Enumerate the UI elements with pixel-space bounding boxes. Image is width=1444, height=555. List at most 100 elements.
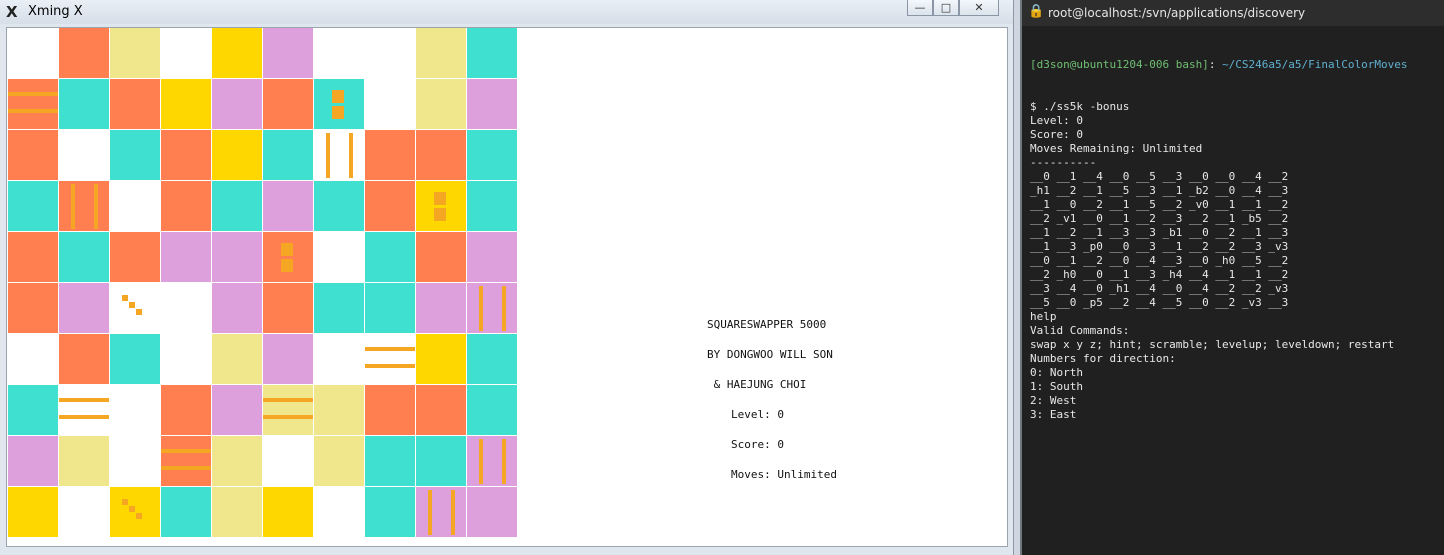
board-cell[interactable] — [161, 283, 212, 334]
board-cell[interactable] — [365, 487, 416, 538]
board-cell[interactable] — [59, 232, 110, 283]
board-cell[interactable] — [59, 283, 110, 334]
board-cell[interactable] — [314, 487, 365, 538]
board-cell[interactable] — [365, 181, 416, 232]
board-cell[interactable] — [416, 436, 467, 487]
board-cell[interactable] — [212, 181, 263, 232]
board-cell[interactable] — [161, 487, 212, 538]
board-cell[interactable] — [365, 130, 416, 181]
board-cell[interactable] — [467, 487, 518, 538]
board-cell[interactable] — [467, 385, 518, 436]
board-cell[interactable] — [161, 436, 212, 487]
board-cell[interactable] — [8, 334, 59, 385]
board-cell[interactable] — [263, 385, 314, 436]
board-cell[interactable] — [212, 334, 263, 385]
board-cell[interactable] — [110, 28, 161, 79]
minimize-button[interactable]: — — [907, 0, 933, 16]
board-cell[interactable] — [263, 487, 314, 538]
board-cell[interactable] — [467, 232, 518, 283]
game-canvas[interactable]: SQUARESWAPPER 5000 BY DONGWOO WILL SON &… — [6, 27, 1008, 547]
board-cell[interactable] — [59, 181, 110, 232]
board-cell[interactable] — [365, 385, 416, 436]
maximize-button[interactable]: □ — [933, 0, 959, 16]
board-cell[interactable] — [314, 334, 365, 385]
board-cell[interactable] — [263, 334, 314, 385]
board-cell[interactable] — [314, 436, 365, 487]
board-cell[interactable] — [467, 334, 518, 385]
close-button[interactable]: ✕ — [959, 0, 999, 16]
board-cell[interactable] — [110, 334, 161, 385]
board-cell[interactable] — [59, 385, 110, 436]
board-cell[interactable] — [365, 79, 416, 130]
board-cell[interactable] — [365, 283, 416, 334]
board-cell[interactable] — [8, 130, 59, 181]
board-cell[interactable] — [110, 283, 161, 334]
board-cell[interactable] — [263, 79, 314, 130]
board-cell[interactable] — [8, 28, 59, 79]
terminal-output[interactable]: [d3son@ubuntu1204-006 bash]: ~/CS246a5/a… — [1030, 30, 1440, 422]
board-cell[interactable] — [110, 232, 161, 283]
board-cell[interactable] — [314, 79, 365, 130]
board-cell[interactable] — [212, 28, 263, 79]
board-cell[interactable] — [314, 385, 365, 436]
board-cell[interactable] — [8, 385, 59, 436]
board-cell[interactable] — [263, 436, 314, 487]
board-cell[interactable] — [8, 283, 59, 334]
board-cell[interactable] — [161, 130, 212, 181]
board-cell[interactable] — [59, 28, 110, 79]
board-cell[interactable] — [110, 130, 161, 181]
board-cell[interactable] — [467, 436, 518, 487]
board-cell[interactable] — [8, 436, 59, 487]
board-cell[interactable] — [365, 436, 416, 487]
board-cell[interactable] — [467, 130, 518, 181]
board-cell[interactable] — [8, 232, 59, 283]
board-cell[interactable] — [416, 487, 467, 538]
board-cell[interactable] — [212, 283, 263, 334]
board-cell[interactable] — [59, 436, 110, 487]
board-cell[interactable] — [212, 487, 263, 538]
board-cell[interactable] — [365, 334, 416, 385]
board-cell[interactable] — [416, 28, 467, 79]
board-cell[interactable] — [59, 130, 110, 181]
board-cell[interactable] — [212, 385, 263, 436]
board-cell[interactable] — [263, 232, 314, 283]
board-cell[interactable] — [161, 79, 212, 130]
board-cell[interactable] — [416, 181, 467, 232]
board-cell[interactable] — [416, 283, 467, 334]
board-cell[interactable] — [365, 28, 416, 79]
xming-titlebar[interactable]: X Xming X — □ ✕ — [0, 0, 1013, 24]
board-cell[interactable] — [8, 79, 59, 130]
game-board[interactable] — [8, 28, 518, 538]
board-cell[interactable] — [314, 232, 365, 283]
board-cell[interactable] — [365, 232, 416, 283]
board-cell[interactable] — [110, 181, 161, 232]
board-cell[interactable] — [314, 130, 365, 181]
board-cell[interactable] — [314, 283, 365, 334]
board-cell[interactable] — [416, 130, 467, 181]
board-cell[interactable] — [212, 436, 263, 487]
board-cell[interactable] — [212, 130, 263, 181]
board-cell[interactable] — [8, 181, 59, 232]
board-cell[interactable] — [416, 385, 467, 436]
terminal-titlebar[interactable]: 🔒 root@localhost:/svn/applications/disco… — [1022, 0, 1444, 26]
board-cell[interactable] — [110, 385, 161, 436]
board-cell[interactable] — [467, 283, 518, 334]
board-cell[interactable] — [416, 79, 467, 130]
board-cell[interactable] — [416, 334, 467, 385]
board-cell[interactable] — [59, 79, 110, 130]
board-cell[interactable] — [161, 181, 212, 232]
board-cell[interactable] — [467, 181, 518, 232]
board-cell[interactable] — [263, 283, 314, 334]
board-cell[interactable] — [314, 181, 365, 232]
board-cell[interactable] — [110, 436, 161, 487]
board-cell[interactable] — [263, 181, 314, 232]
board-cell[interactable] — [467, 28, 518, 79]
board-cell[interactable] — [8, 487, 59, 538]
board-cell[interactable] — [416, 232, 467, 283]
board-cell[interactable] — [263, 130, 314, 181]
board-cell[interactable] — [161, 28, 212, 79]
board-cell[interactable] — [161, 334, 212, 385]
board-cell[interactable] — [467, 79, 518, 130]
board-cell[interactable] — [314, 28, 365, 79]
board-cell[interactable] — [59, 334, 110, 385]
